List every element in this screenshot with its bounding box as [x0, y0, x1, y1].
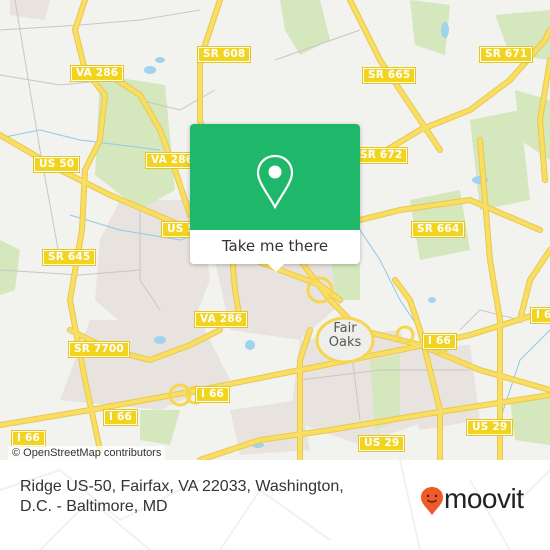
road-shield-sr-7700: SR 7700: [68, 341, 130, 358]
road-shield-sr-671: SR 671: [478, 46, 534, 63]
road-shield-i-66: I 66: [11, 430, 46, 447]
road-shield-i-66: I 66: [103, 409, 138, 426]
road-shield-i-66: I 66: [422, 333, 457, 350]
road-shield-sr-645: SR 645: [41, 249, 97, 266]
road-shield-va-286: VA 286: [69, 65, 125, 82]
place-label-fair-oaks: Fair Oaks: [328, 321, 362, 350]
road-shield-i-66: I 66: [195, 386, 230, 403]
popup-header[interactable]: [190, 124, 360, 230]
map-view[interactable]: Fair Oaks VA 286 SR 608 SR 665 SR 671 US…: [0, 0, 550, 460]
road-shield-i-66: I 66: [530, 307, 550, 324]
road-shield-sr-665: SR 665: [361, 67, 417, 84]
address-text: Ridge US-50, Fairfax, VA 22033, Washingt…: [20, 478, 344, 515]
moovit-wordmark: moovit: [444, 483, 524, 514]
road-shield-sr-672: SR 672: [353, 147, 409, 164]
road-shield-us-50: US 50: [32, 156, 81, 173]
footer: Ridge US-50, Fairfax, VA 22033, Washingt…: [0, 460, 550, 550]
moovit-pin-icon: [421, 487, 443, 515]
take-me-there-button[interactable]: Take me there: [190, 230, 360, 264]
map-attribution[interactable]: © OpenStreetMap contributors: [8, 446, 166, 460]
road-shield-va-286: VA 286: [193, 311, 249, 328]
road-shield-us-29: US 29: [465, 419, 514, 436]
road-shield-us-29: US 29: [357, 435, 406, 452]
location-pin-icon: [256, 154, 294, 210]
take-me-there-popup[interactable]: Take me there: [190, 124, 360, 272]
road-shield-sr-664: SR 664: [410, 221, 466, 238]
road-shield-sr-608: SR 608: [196, 46, 252, 63]
popup-pointer: [268, 264, 284, 272]
